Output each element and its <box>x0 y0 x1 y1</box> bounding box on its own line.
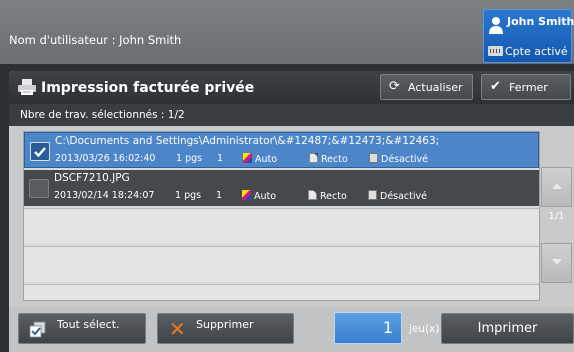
page-indicator: 1/1 <box>548 211 565 222</box>
job-list: C:\Documents and Settings\Administrator\… <box>23 131 540 301</box>
job-date: 2013/03/26 16:02:40 <box>55 153 156 164</box>
job-staple: Désactivé <box>369 153 428 165</box>
login-status-button[interactable]: John Smith Cpte activé <box>483 9 574 63</box>
close-label: Fermer <box>509 81 548 94</box>
close-button[interactable]: ✔ Fermer <box>481 74 571 100</box>
private-charge-print-panel: Impression facturée privée ⟳ Actualiser … <box>9 71 574 352</box>
panel-header: Impression facturée privée ⟳ Actualiser … <box>9 71 574 104</box>
job-staple-label: Désactivé <box>381 154 428 165</box>
select-all-label: Tout sélect. <box>57 318 120 331</box>
scroll-down-button[interactable] <box>541 243 572 283</box>
print-button[interactable]: Imprimer <box>441 313 574 344</box>
refresh-label: Actualiser <box>408 81 463 94</box>
refresh-icon: ⟳ <box>389 79 400 94</box>
chevron-up-icon <box>552 183 562 189</box>
top-bar: Nom d'utilisateur : John Smith John Smit… <box>0 0 574 64</box>
select-all-icon <box>29 321 46 338</box>
quantity-unit: jeu(x) <box>409 323 440 335</box>
page-icon <box>308 190 317 200</box>
job-pages: 1 pgs <box>176 153 203 164</box>
checkmark-icon: ✔ <box>490 79 501 94</box>
list-scrollbar: 1/1 <box>541 167 572 303</box>
page-icon <box>309 153 318 163</box>
account-card-icon <box>488 46 503 56</box>
job-color-label: Auto <box>254 191 277 202</box>
delete-button[interactable]: ✕ Supprimer <box>157 313 294 344</box>
document-icon <box>369 153 378 163</box>
login-user-name: John Smith <box>507 15 574 28</box>
user-name-label: Nom d'utilisateur : John Smith <box>9 33 182 47</box>
select-all-button[interactable]: Tout sélect. <box>18 313 146 344</box>
job-sides: Recto <box>308 190 347 202</box>
empty-row <box>24 284 539 300</box>
job-pages: 1 pgs <box>175 190 202 201</box>
chevron-down-icon <box>552 259 562 265</box>
action-bar: Tout sélect. ✕ Supprimer 1 jeu(x) Imprim… <box>9 307 574 352</box>
quantity-field[interactable]: 1 <box>334 312 402 344</box>
delete-label: Supprimer <box>196 318 254 331</box>
color-mode-icon <box>242 190 251 200</box>
job-name: DSCF7210.JPG <box>54 172 130 184</box>
panel-title: Impression facturée privée <box>41 80 255 96</box>
document-icon <box>368 190 377 200</box>
refresh-button[interactable]: ⟳ Actualiser <box>380 74 473 100</box>
job-staple-label: Désactivé <box>380 191 427 202</box>
user-icon <box>489 17 503 34</box>
selected-count-bar: Nbre de trav. sélectionnés : 1/2 <box>9 104 574 126</box>
empty-row <box>24 208 539 244</box>
job-checkbox[interactable] <box>30 142 50 161</box>
job-row[interactable]: C:\Documents and Settings\Administrator\… <box>24 132 539 168</box>
job-sides: Recto <box>309 153 348 165</box>
scroll-up-button[interactable] <box>541 167 572 207</box>
job-name: C:\Documents and Settings\Administrator\… <box>55 135 440 147</box>
job-color-label: Auto <box>255 154 278 165</box>
account-status: Cpte activé <box>505 45 568 58</box>
job-copies: 1 <box>217 153 224 164</box>
job-date: 2013/02/14 18:24:07 <box>54 190 155 201</box>
job-copies: 1 <box>216 190 223 201</box>
delete-x-icon: ✕ <box>169 317 186 341</box>
job-color-mode: Auto <box>243 153 277 165</box>
printer-icon <box>18 79 36 95</box>
job-sides-label: Recto <box>320 191 347 202</box>
job-color-mode: Auto <box>242 190 276 202</box>
empty-row <box>24 246 539 282</box>
color-mode-icon <box>243 153 252 163</box>
job-sides-label: Recto <box>321 154 348 165</box>
checkmark-icon <box>34 147 46 158</box>
job-checkbox[interactable] <box>29 179 49 198</box>
job-staple: Désactivé <box>368 190 427 202</box>
job-row[interactable]: DSCF7210.JPG 2013/02/14 18:24:07 1 pgs 1… <box>24 170 539 206</box>
selected-count: Nbre de trav. sélectionnés : 1/2 <box>20 109 185 121</box>
